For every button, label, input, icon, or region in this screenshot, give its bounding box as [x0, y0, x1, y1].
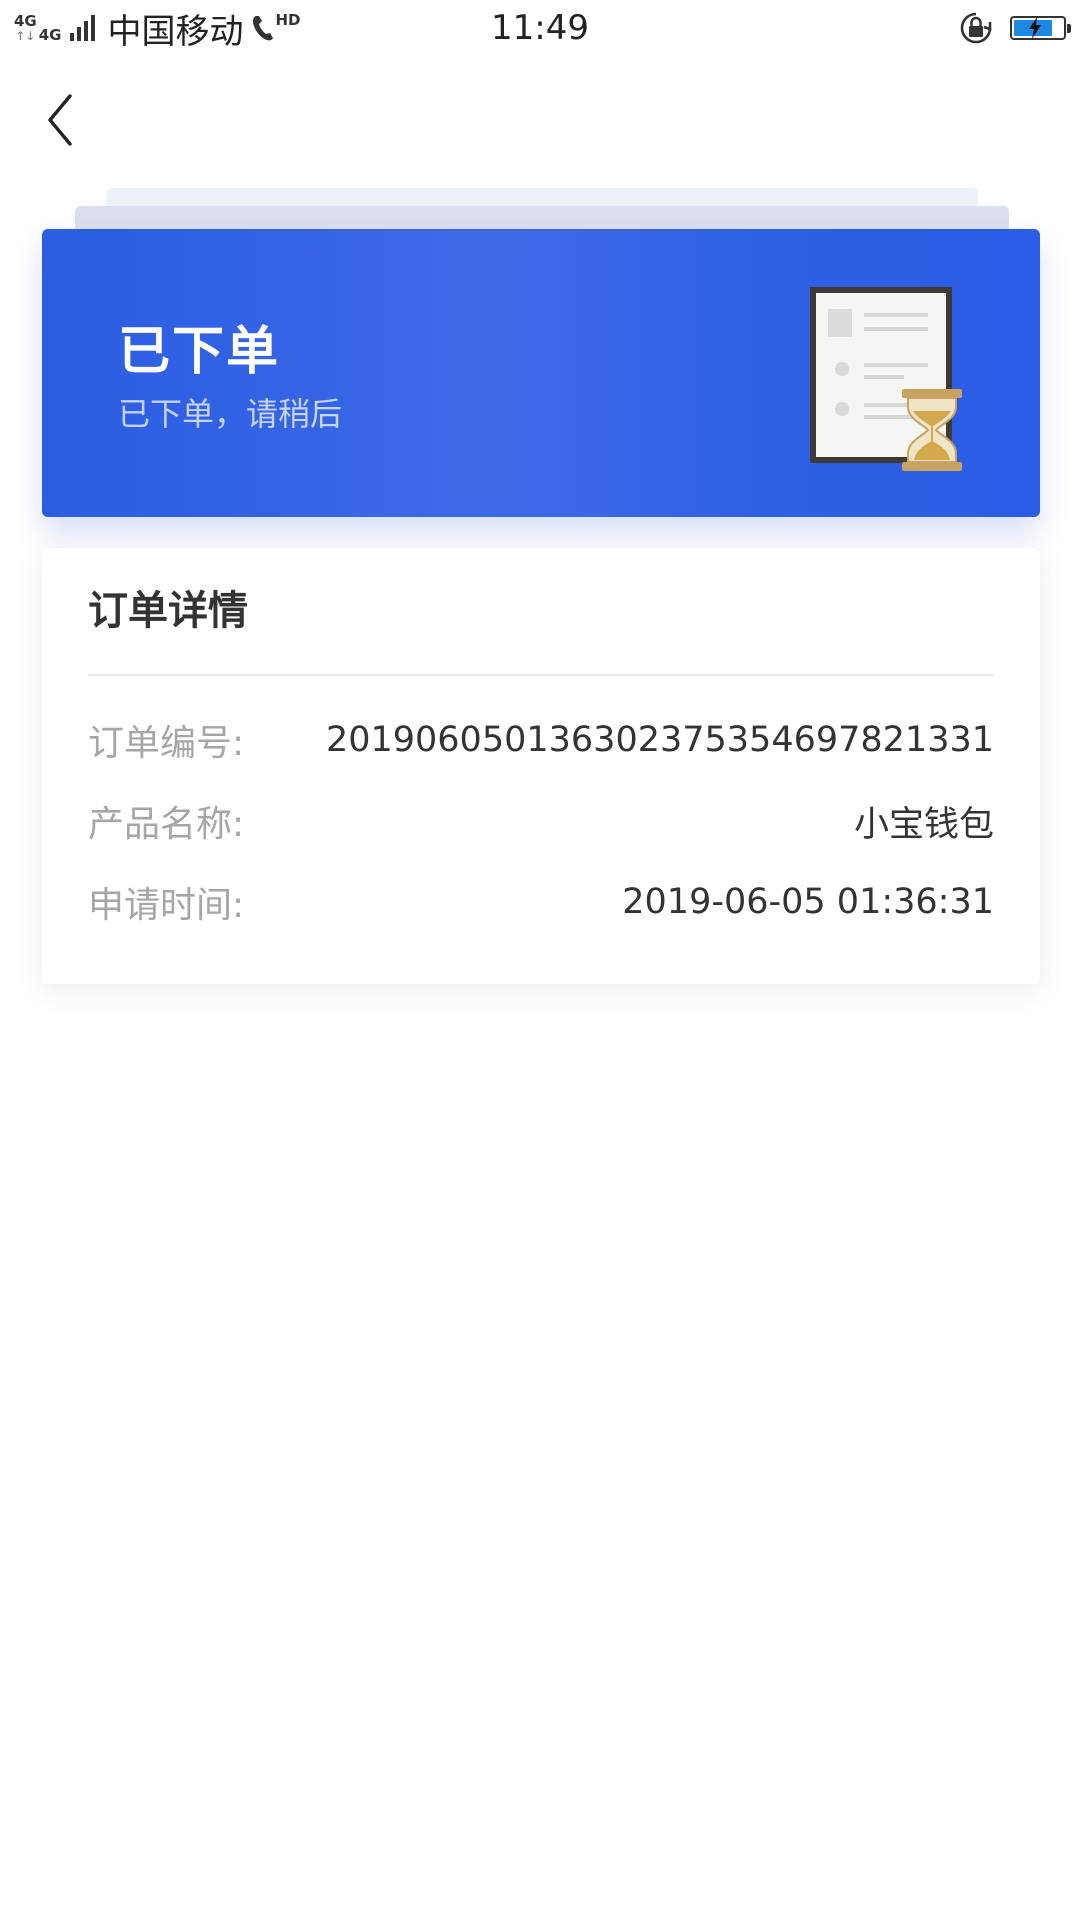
product-name-value: 小宝钱包	[853, 804, 994, 845]
clock: 11:49	[491, 8, 589, 48]
battery-icon	[1010, 16, 1071, 40]
order-status-page: 4G ↑↓ 4G 中国移动 HD 11:49 已下单 已下单，请稍后 订单详情 …	[0, 0, 1080, 1920]
detail-row-product-name: 产品名称: 小宝钱包	[88, 793, 994, 849]
detail-row-apply-time: 申请时间: 2019-06-05 01:36:31	[88, 874, 994, 930]
apply-time-label: 申请时间:	[88, 885, 245, 926]
order-status-subtitle: 已下单，请稍后	[118, 395, 343, 433]
order-detail-card: 订单详情 订单编号: 20190605013630237535469782133…	[42, 548, 1040, 984]
back-button[interactable]	[36, 88, 100, 152]
status-bar-right	[958, 8, 1071, 48]
battery-cap	[1067, 24, 1071, 33]
order-number-label: 订单编号:	[88, 723, 245, 764]
order-status-card: 已下单 已下单，请稍后	[42, 229, 1040, 517]
order-status-title: 已下单	[118, 322, 281, 382]
chevron-left-icon	[48, 94, 72, 146]
order-number-value: 20190605013630237535469782133​1	[325, 720, 994, 760]
product-name-label: 产品名称:	[88, 804, 245, 845]
charging-icon	[1029, 17, 1041, 39]
apply-time-value: 2019-06-05 01:36:31	[622, 882, 994, 922]
status-bar: 4G ↑↓ 4G 中国移动 HD 11:49	[0, 0, 1080, 56]
order-detail-title: 订单详情	[88, 588, 248, 634]
rotation-lock-icon	[960, 12, 992, 44]
detail-row-order-number: 订单编号: 20190605013630237535469782133​1	[88, 712, 994, 768]
document-hourglass-icon	[810, 287, 962, 471]
divider	[88, 674, 994, 676]
